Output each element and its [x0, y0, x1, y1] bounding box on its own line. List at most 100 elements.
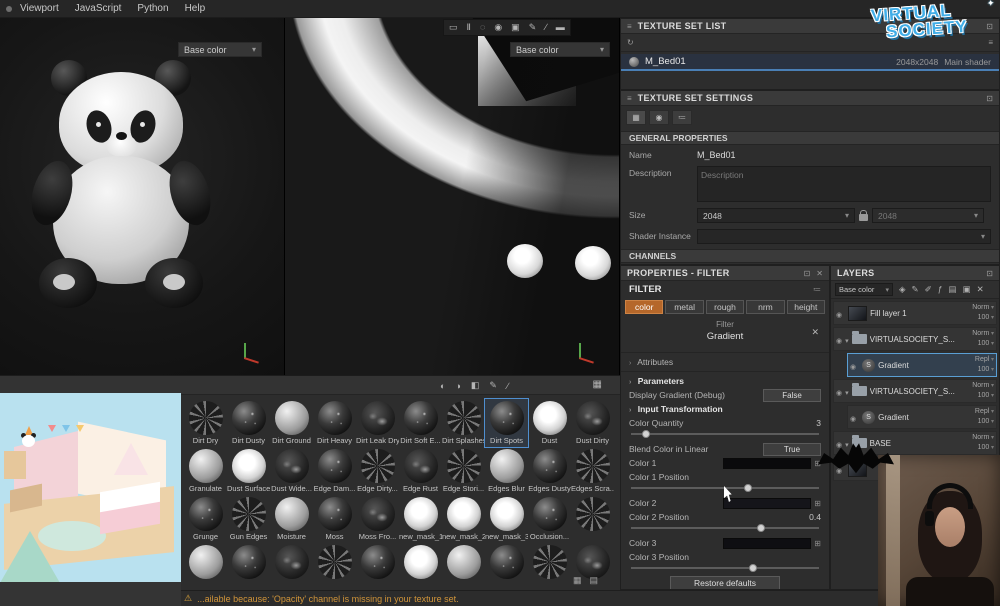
layers-toolbar-icon[interactable]: ▣ — [963, 284, 971, 295]
eye-icon[interactable] — [836, 382, 842, 400]
layer-blend-mode[interactable]: Norm — [972, 330, 994, 337]
layer-blend-mode[interactable]: Norm — [972, 304, 994, 311]
asset-item[interactable]: Dust Dirty — [571, 399, 614, 447]
asset-item[interactable]: Edge Stori... — [442, 447, 485, 495]
color-1-swatch[interactable] — [723, 458, 811, 469]
layers-toolbar-icon[interactable]: ✐ — [925, 284, 932, 295]
menu-item[interactable]: JavaScript — [75, 3, 122, 14]
layer-row[interactable]: Fill layer 1 Norm 100 — [833, 301, 997, 325]
viewport-toolbar-icon[interactable]: ▭ — [449, 20, 458, 35]
panel-dock-icon[interactable]: ⊡ — [986, 269, 993, 278]
viewport-toolbar-icon[interactable]: ▣ — [511, 20, 520, 35]
color-2-position-slider[interactable] — [631, 524, 819, 532]
asset-item[interactable]: Dirt Splashes — [442, 399, 485, 447]
slider-handle[interactable] — [749, 564, 757, 572]
color-3-swatch[interactable] — [723, 538, 811, 549]
assets-filter-icon[interactable]: ∕ — [507, 381, 509, 391]
layer-opacity[interactable]: 100 — [978, 418, 994, 425]
layer-opacity[interactable]: 100 — [978, 314, 994, 321]
panel-close-icon[interactable]: ✕ — [816, 269, 823, 278]
menu-item[interactable]: Viewport — [20, 3, 59, 14]
asset-item[interactable]: Dirt Leak Dry — [356, 399, 399, 447]
layers-toolbar-icon[interactable]: ✕ — [977, 284, 984, 295]
panel-dock-icon[interactable]: ⊡ — [986, 94, 993, 103]
layers-toolbar-icon[interactable]: ◈ — [899, 284, 906, 295]
asset-item[interactable]: Moss — [313, 495, 356, 543]
asset-item[interactable] — [356, 543, 399, 590]
panel-menu-icon[interactable]: ≡ — [627, 94, 632, 103]
asset-item[interactable] — [184, 543, 227, 590]
channel-tab[interactable]: rough — [706, 300, 744, 314]
layer-row[interactable]: VIRTUALSOCIETY_S... Norm 100 — [833, 379, 997, 403]
name-value[interactable]: M_Bed01 — [697, 148, 736, 160]
asset-item[interactable]: Edge Rust — [399, 447, 442, 495]
size-select[interactable]: 2048 — [697, 208, 855, 223]
layer-blend-opacity[interactable]: Norm 100 — [964, 381, 994, 401]
asset-item[interactable] — [442, 543, 485, 590]
asset-item[interactable]: Dirt Dry — [184, 399, 227, 447]
asset-item[interactable] — [399, 543, 442, 590]
size-linked-select[interactable]: 2048 — [872, 208, 984, 223]
eye-icon[interactable] — [850, 356, 856, 374]
viewport-toolbar-icon[interactable]: ▬ — [556, 20, 565, 35]
asset-item[interactable]: Granulate — [184, 447, 227, 495]
layer-blend-mode[interactable]: Norm — [972, 382, 994, 389]
channel-tab[interactable]: nrm — [746, 300, 784, 314]
tab-material-icon[interactable]: ◉ — [649, 110, 669, 125]
layer-opacity[interactable]: 100 — [978, 366, 994, 373]
parameters-row[interactable]: › Parameters — [621, 374, 829, 388]
asset-item[interactable]: Edges Blur — [485, 447, 528, 495]
layers-toolbar-icon[interactable]: ▤ — [949, 284, 957, 295]
asset-item[interactable]: Dirt Dusty — [227, 399, 270, 447]
lock-icon[interactable] — [859, 214, 868, 221]
menu-item[interactable]: Help — [185, 3, 206, 14]
layer-blend-mode[interactable]: Repl — [975, 408, 994, 415]
color-picker-icon[interactable]: ⊞ — [814, 539, 821, 548]
description-input[interactable] — [697, 166, 991, 202]
asset-item[interactable]: Dust — [528, 399, 571, 447]
layer-blend-opacity[interactable]: Norm 100 — [964, 329, 994, 349]
layer-row[interactable]: Gradient Repl 100 — [847, 353, 997, 377]
attributes-row[interactable]: › Attributes — [621, 355, 829, 369]
viewport-toolbar-icon[interactable]: ✎ — [529, 20, 537, 35]
panel-menu-icon[interactable]: ≡ — [627, 22, 632, 31]
layer-opacity[interactable]: 100 — [978, 444, 994, 451]
panda-model[interactable] — [35, 60, 215, 330]
layer-row[interactable]: VIRTUALSOCIETY_S... Norm 100 — [833, 327, 997, 351]
folder-caret-icon[interactable] — [845, 330, 849, 348]
asset-item[interactable] — [528, 543, 571, 590]
channel-select-2d[interactable]: Base color — [510, 42, 610, 57]
restore-defaults-button[interactable]: Restore defaults — [670, 576, 780, 590]
assets-filter-icon[interactable]: ✎ — [489, 380, 497, 391]
assets-filter-icon[interactable]: ◧ — [471, 380, 480, 391]
folder-caret-icon[interactable] — [845, 382, 849, 400]
layer-blend-opacity[interactable]: Repl 100 — [964, 407, 994, 427]
tab-grid-icon[interactable]: ▦ — [626, 110, 646, 125]
eye-icon[interactable] — [836, 304, 842, 322]
asset-item[interactable] — [270, 543, 313, 590]
assets-filter-icon[interactable]: ◑ — [455, 381, 460, 391]
viewport-toolbar-icon[interactable]: ◌ — [480, 20, 485, 35]
viewport-toolbar-icon[interactable]: Ⅱ — [467, 20, 471, 35]
asset-item[interactable] — [571, 495, 614, 543]
viewport-toolbar-icon[interactable]: ∕ — [545, 20, 547, 35]
layer-blend-opacity[interactable]: Repl 100 — [964, 355, 994, 375]
channel-tab[interactable]: height — [787, 300, 825, 314]
refresh-icon[interactable]: ↻ — [627, 38, 634, 47]
asset-item[interactable]: Edge Dam... — [313, 447, 356, 495]
asset-item[interactable]: Dirt Soft E... — [399, 399, 442, 447]
color-3-position-slider[interactable] — [631, 564, 819, 572]
asset-item[interactable] — [485, 543, 528, 590]
viewport-toolbar-icon[interactable]: ◉ — [494, 20, 502, 35]
asset-item[interactable]: new_mask_2 — [442, 495, 485, 543]
filter-remove-icon[interactable]: ✕ — [811, 327, 819, 338]
navigation-gizmo-2d[interactable] — [575, 337, 597, 359]
color-quantity-value[interactable]: 3 — [816, 418, 821, 428]
texture-set-row[interactable]: M_Bed01 2048x2048 Main shader — [621, 54, 999, 71]
slider-handle[interactable] — [744, 484, 752, 492]
asset-item[interactable]: Moss Fro... — [356, 495, 399, 543]
channel-tab[interactable]: metal — [665, 300, 703, 314]
blend-linear-toggle[interactable]: True — [763, 443, 821, 456]
asset-item[interactable]: Dust Surface — [227, 447, 270, 495]
assets-corner-icon[interactable]: ▦ — [573, 575, 582, 586]
